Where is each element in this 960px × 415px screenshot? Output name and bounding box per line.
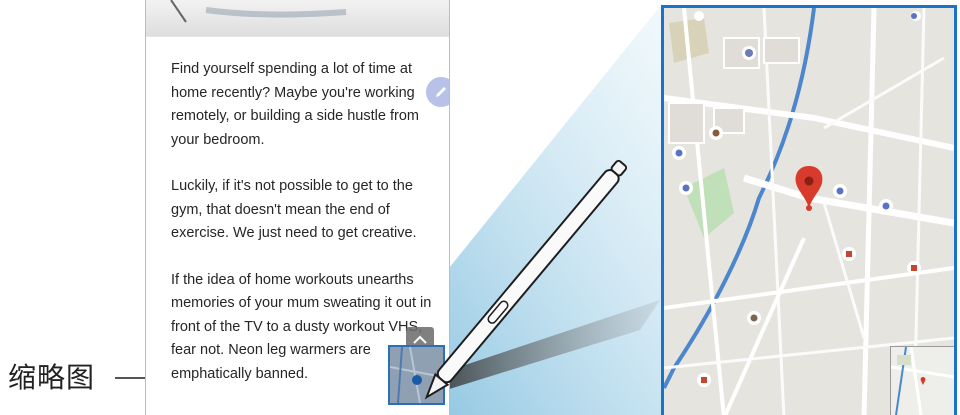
pen-fab-button[interactable] xyxy=(426,77,449,107)
article-paragraph-1: Find yourself spending a lot of time at … xyxy=(171,61,419,148)
thumbnail-focus-dot xyxy=(412,375,422,385)
magnified-map[interactable] xyxy=(661,5,957,415)
thumbnail-map-graphic xyxy=(390,347,443,403)
map-thumbnail[interactable] xyxy=(388,345,445,405)
hero-image-graphic xyxy=(170,0,347,23)
phone-screen: Find yourself spending a lot of time at … xyxy=(145,0,450,415)
pencil-icon xyxy=(436,87,446,97)
chevron-up-icon xyxy=(413,335,427,344)
map-overview-inset xyxy=(890,346,954,415)
overview-map-graphic xyxy=(891,347,954,415)
article-paragraph-2: Luckily, if it's not possible to get to … xyxy=(171,178,417,241)
article-hero-image xyxy=(146,0,449,37)
